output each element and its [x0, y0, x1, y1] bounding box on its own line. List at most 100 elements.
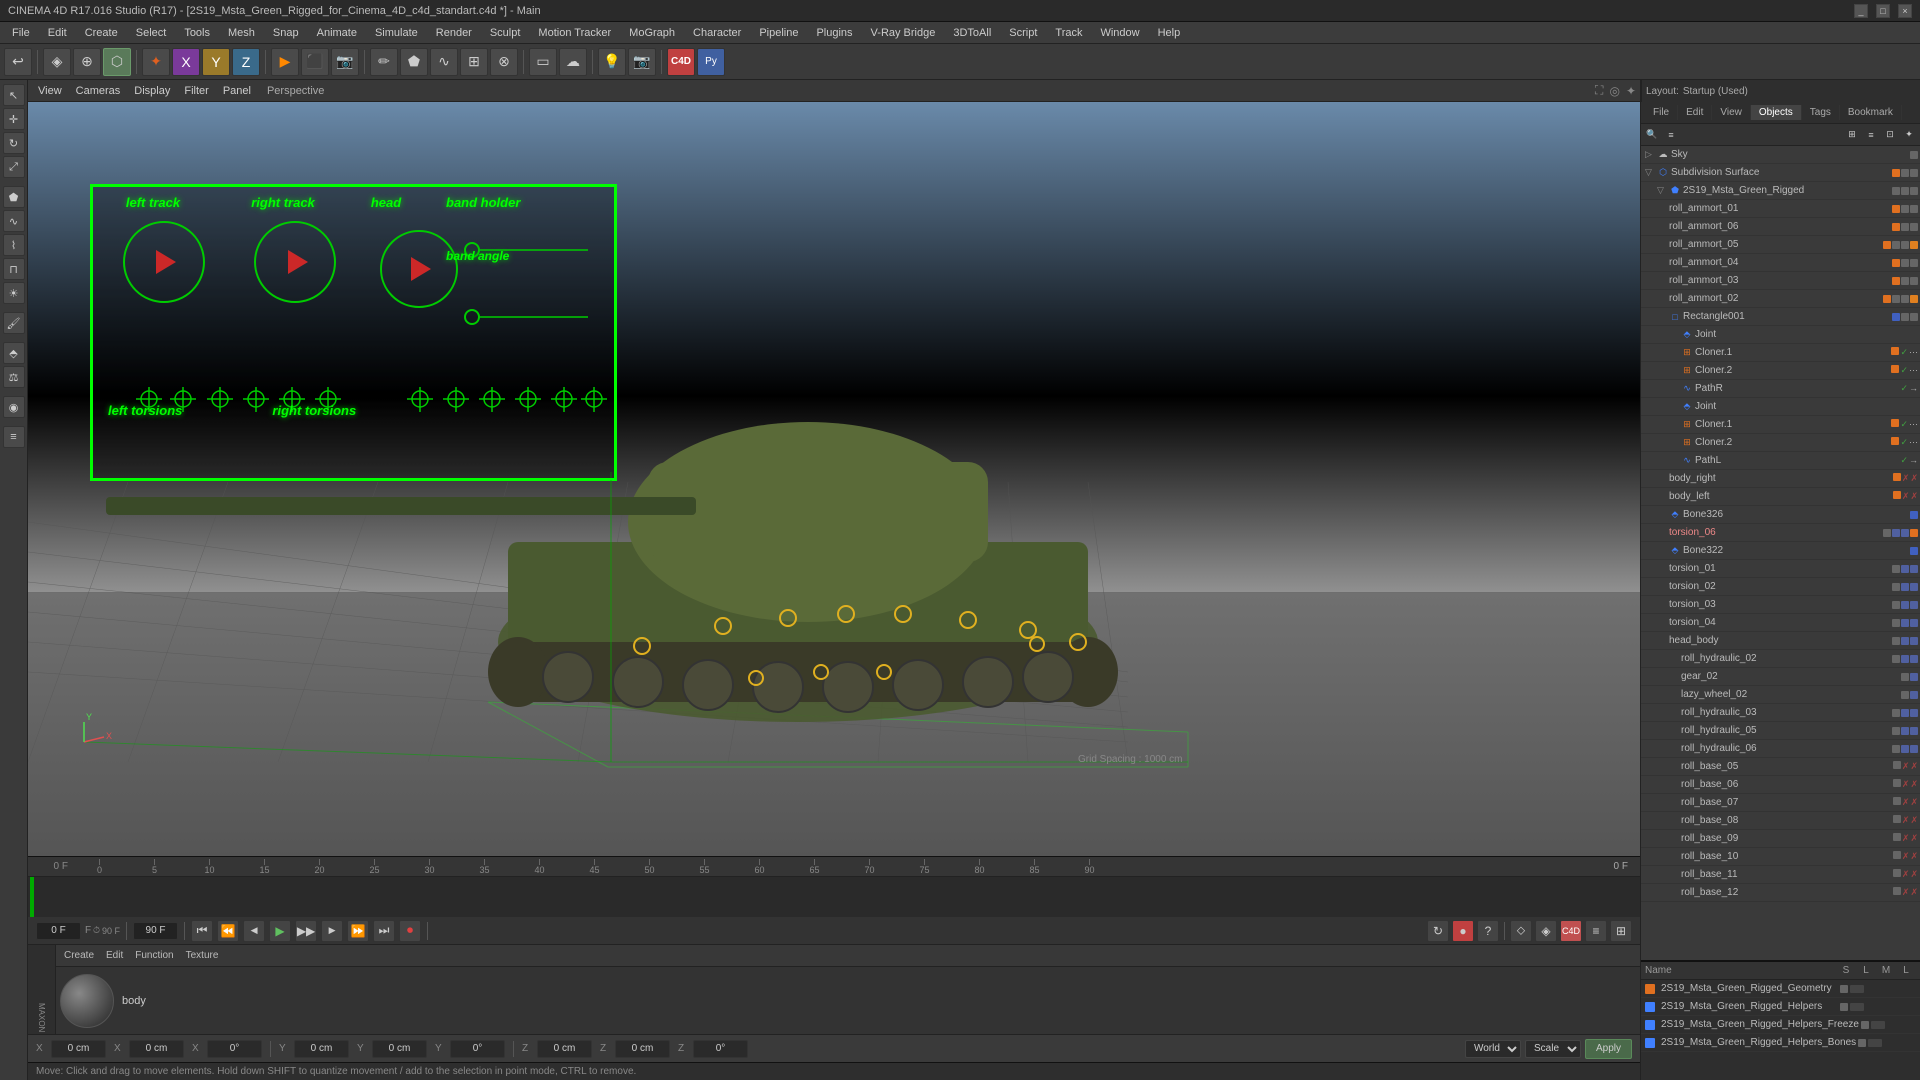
menu-mograph[interactable]: MoGraph [621, 25, 683, 41]
viewport-expand-icon[interactable]: ⛶ [1595, 83, 1603, 98]
obj-bone322[interactable]: ⬘ Bone322 [1641, 542, 1920, 560]
menu-render[interactable]: Render [428, 25, 480, 41]
toolbar-render-view[interactable]: ⬛ [301, 48, 329, 76]
obj-torsion-02[interactable]: torsion_02 [1641, 578, 1920, 596]
obj-joint-2[interactable]: ⬘ Joint [1641, 398, 1920, 416]
rp-tab-tags[interactable]: Tags [1802, 105, 1840, 120]
toolbar-sky[interactable]: ☁ [559, 48, 587, 76]
lt-layer[interactable]: ≡ [3, 426, 25, 448]
coord-y-rot[interactable] [450, 1040, 505, 1058]
toolbar-c4d-logo[interactable]: C4D [667, 48, 695, 76]
transport-prev-frame[interactable]: ◀ [243, 920, 265, 942]
lt-weight[interactable]: ⚖ [3, 366, 25, 388]
viewport[interactable]: X Y Grid Spacing : 1000 cm left track ri… [28, 102, 1640, 856]
mat-edit[interactable]: Edit [102, 950, 127, 961]
toolbar-render-pic[interactable]: 📷 [331, 48, 359, 76]
obj-roll-hydraulic-02[interactable]: roll_hydraulic_02 [1641, 650, 1920, 668]
lt-brush[interactable]: 🖌 [3, 312, 25, 334]
rp-tab-objects[interactable]: Objects [1751, 105, 1802, 120]
coord-y-size[interactable] [372, 1040, 427, 1058]
obj-roll-base-11[interactable]: roll_base_11 ✗ ✗ [1641, 866, 1920, 884]
toolbar-spline[interactable]: ∿ [430, 48, 458, 76]
window-controls[interactable]: _ □ × [1854, 4, 1912, 18]
maximize-button[interactable]: □ [1876, 4, 1890, 18]
coord-y-pos[interactable] [294, 1040, 349, 1058]
obj-head-body[interactable]: head_body [1641, 632, 1920, 650]
transport-play-reverse[interactable]: ▶▶ [295, 920, 317, 942]
viewport-render-icon[interactable]: ◎ [1609, 84, 1619, 98]
obj-roll-base-05[interactable]: roll_base_05 ✗ ✗ [1641, 758, 1920, 776]
toolbar-move[interactable]: ✦ [142, 48, 170, 76]
toolbar-undo[interactable]: ↩ [4, 48, 32, 76]
obj-roll-base-07[interactable]: roll_base_07 ✗ ✗ [1641, 794, 1920, 812]
menu-3dtoall[interactable]: 3DToAll [945, 25, 999, 41]
transport-next-frame[interactable]: ▶ [321, 920, 343, 942]
transport-current-frame[interactable] [36, 922, 81, 940]
menu-edit[interactable]: Edit [40, 25, 75, 41]
toolbar-y[interactable]: Y [202, 48, 230, 76]
toolbar-paint[interactable]: ✏ [370, 48, 398, 76]
bottom-obj-helpers-freeze[interactable]: 2S19_Msta_Green_Rigged_Helpers_Freeze [1641, 1016, 1920, 1034]
obj-roll-hydraulic-05[interactable]: roll_hydraulic_05 [1641, 722, 1920, 740]
obj-roll-ammort-03[interactable]: roll_ammort_03 [1641, 272, 1920, 290]
mat-function[interactable]: Function [131, 950, 177, 961]
obj-pathl[interactable]: ∿ PathL ✓ → [1641, 452, 1920, 470]
obj-cloner2-r[interactable]: ⊞ Cloner.2 ✓ ⋯ [1641, 362, 1920, 380]
vm-cameras[interactable]: Cameras [70, 83, 127, 99]
rp-tab-edit[interactable]: Edit [1678, 105, 1712, 120]
toolbar-model-mode[interactable]: ◈ [43, 48, 71, 76]
rpt-icon3[interactable]: ⊡ [1881, 126, 1899, 144]
toolbar-camera[interactable]: 📷 [628, 48, 656, 76]
lt-move[interactable]: ✛ [3, 108, 25, 130]
minimize-button[interactable]: _ [1854, 4, 1868, 18]
obj-torsion-01[interactable]: torsion_01 [1641, 560, 1920, 578]
coord-x-size[interactable] [129, 1040, 184, 1058]
obj-sky[interactable]: ▷ ☁ Sky [1641, 146, 1920, 164]
obj-body-right[interactable]: body_right ✗ ✗ [1641, 470, 1920, 488]
bottom-obj-helpers[interactable]: 2S19_Msta_Green_Rigged_Helpers [1641, 998, 1920, 1016]
lt-poly[interactable]: ⬟ [3, 186, 25, 208]
obj-joint-1[interactable]: ⬘ Joint [1641, 326, 1920, 344]
toolbar-object-mode[interactable]: ⬡ [103, 48, 131, 76]
obj-bone326[interactable]: ⬘ Bone326 [1641, 506, 1920, 524]
rp-tab-view[interactable]: View [1712, 105, 1751, 120]
menu-file[interactable]: File [4, 25, 38, 41]
toolbar-array[interactable]: ⊞ [460, 48, 488, 76]
menu-mesh[interactable]: Mesh [220, 25, 263, 41]
bottom-obj-geometry[interactable]: 2S19_Msta_Green_Rigged_Geometry [1641, 980, 1920, 998]
obj-roll-base-10[interactable]: roll_base_10 ✗ ✗ [1641, 848, 1920, 866]
rpt-filter[interactable]: ≡ [1662, 126, 1680, 144]
timeline-track[interactable] [28, 877, 1640, 917]
toolbar-texture-mode[interactable]: ⊕ [73, 48, 101, 76]
obj-lazy-wheel-02[interactable]: lazy_wheel_02 [1641, 686, 1920, 704]
obj-roll-ammort-06[interactable]: roll_ammort_06 [1641, 218, 1920, 236]
toolbar-bool[interactable]: ⊗ [490, 48, 518, 76]
obj-subdivision-surface[interactable]: ▽ ⬡ Subdivision Surface [1641, 164, 1920, 182]
menu-plugins[interactable]: Plugins [808, 25, 860, 41]
viewport-settings-icon[interactable]: ✦ [1626, 84, 1636, 98]
obj-gear-02[interactable]: gear_02 [1641, 668, 1920, 686]
menu-snap[interactable]: Snap [265, 25, 307, 41]
ts-snap[interactable]: ● [1452, 920, 1474, 942]
lt-deform[interactable]: ⊓ [3, 258, 25, 280]
coord-z-size[interactable] [615, 1040, 670, 1058]
ts-keyframe[interactable]: ⬦ [1510, 920, 1532, 942]
obj-roll-ammort-02[interactable]: roll_ammort_02 [1641, 290, 1920, 308]
transport-prev-key[interactable]: ⏪ [217, 920, 239, 942]
lt-material[interactable]: ◉ [3, 396, 25, 418]
transport-record[interactable]: ⏺ [399, 920, 421, 942]
lt-rotate[interactable]: ↻ [3, 132, 25, 154]
transport-play[interactable]: ▶ [269, 920, 291, 942]
ts-question[interactable]: ? [1477, 920, 1499, 942]
toolbar-render[interactable]: ▶ [271, 48, 299, 76]
menu-help[interactable]: Help [1150, 25, 1189, 41]
lt-spline[interactable]: ∿ [3, 210, 25, 232]
mat-preview[interactable] [60, 974, 114, 1028]
ts-extras[interactable]: ≡ [1585, 920, 1607, 942]
obj-roll-base-06[interactable]: roll_base_06 ✗ ✗ [1641, 776, 1920, 794]
transport-go-start[interactable]: ⏮ [191, 920, 213, 942]
toolbar-python[interactable]: Py [697, 48, 725, 76]
bottom-obj-helpers-bones[interactable]: 2S19_Msta_Green_Rigged_Helpers_Bones [1641, 1034, 1920, 1052]
obj-roll-ammort-01[interactable]: roll_ammort_01 [1641, 200, 1920, 218]
toolbar-x[interactable]: X [172, 48, 200, 76]
